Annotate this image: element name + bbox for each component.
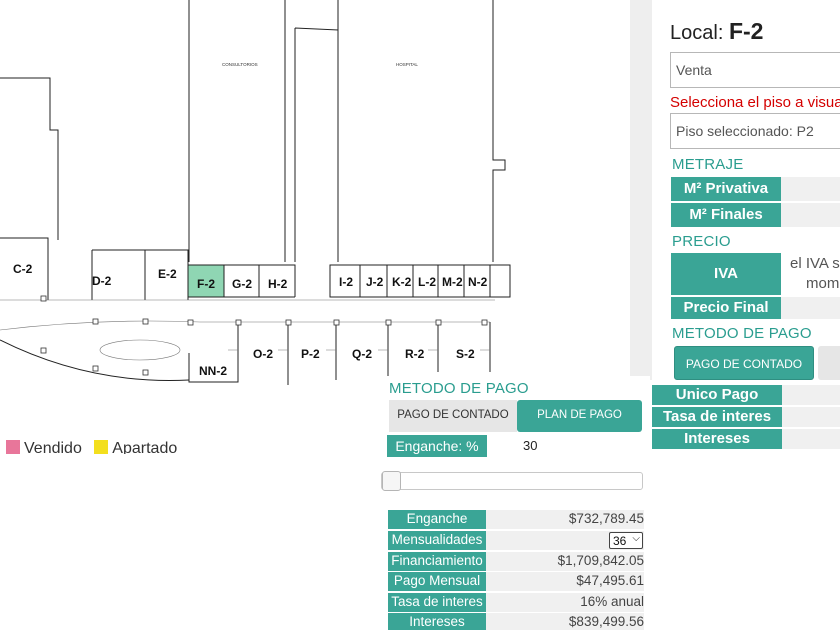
metraje-title: METRAJE: [672, 156, 744, 173]
intereses-value-info: [782, 429, 840, 449]
unit-o2-label[interactable]: O-2: [253, 347, 273, 361]
precio-title: PRECIO: [672, 233, 731, 250]
legend-label-apartado: Apartado: [112, 440, 178, 454]
tasa-value: 16% anual: [486, 593, 644, 612]
enganche-value: $732,789.45: [486, 510, 644, 529]
iva-note: el IVA s mom: [790, 254, 840, 294]
unit-e2-label[interactable]: E-2: [158, 267, 177, 281]
unico-pago-label: Unico Pago: [652, 385, 782, 405]
row-mensualidades: Mensualidades 36 ⌵: [388, 531, 644, 552]
plan-pago-button[interactable]: [818, 346, 840, 380]
iva-label: IVA: [671, 253, 781, 295]
tab-plan-pago[interactable]: PLAN DE PAGO: [517, 400, 642, 432]
unit-q2-label[interactable]: Q-2: [352, 347, 372, 361]
unit-m2-label[interactable]: M-2: [442, 275, 463, 289]
unit-p2-label[interactable]: P-2: [301, 347, 320, 361]
local-prefix: Local:: [670, 22, 724, 44]
tasa-interes-label: Tasa de interes: [652, 407, 782, 427]
enganche-label: Enganche: [388, 510, 486, 529]
columns: [40, 295, 488, 376]
pago-contado-button[interactable]: PAGO DE CONTADO: [674, 346, 814, 380]
legend-swatch-vendido: [6, 440, 20, 454]
precio-final-value: [781, 297, 840, 319]
row-enganche: Enganche $732,789.45: [388, 510, 644, 531]
unit-k2-label[interactable]: K-2: [392, 275, 412, 289]
legend-item-apartado: Apartado: [94, 440, 177, 454]
unico-pago-value: [782, 385, 840, 405]
chevron-down-icon: ⌵: [632, 533, 640, 544]
panel-gutter: [630, 0, 652, 380]
wall-hospital: [294, 0, 506, 262]
corridor-line: [0, 320, 490, 331]
hospital-label: HOSPITAL: [396, 62, 418, 67]
precio-final-label: Precio Final: [671, 297, 781, 319]
unit-d2-label[interactable]: D-2: [92, 274, 112, 288]
mensualidades-label: Mensualidades: [388, 531, 486, 550]
m2-privativa-label: M² Privativa: [671, 177, 781, 201]
mensualidades-select[interactable]: 36 ⌵: [609, 532, 643, 549]
curved-facade: [0, 339, 190, 381]
slider-handle[interactable]: [382, 471, 401, 491]
unit-h2-label[interactable]: H-2: [268, 277, 288, 291]
tab-pago-contado[interactable]: PAGO DE CONTADO: [389, 400, 517, 432]
intereses-label-info: Intereses: [652, 429, 782, 449]
pago-mensual-label: Pago Mensual: [388, 572, 486, 591]
m2-privativa-value: [781, 177, 840, 201]
unit-c2-label[interactable]: C-2: [13, 262, 33, 276]
unit-g2-label[interactable]: G-2: [232, 277, 252, 291]
plan-legend: Vendido Apartado: [6, 440, 185, 454]
floor-selected-field[interactable]: Piso seleccionado: P2: [670, 113, 840, 149]
unit-i2-label[interactable]: I-2: [339, 275, 353, 289]
local-id: F-2: [728, 18, 764, 44]
intereses-value: $839,499.56: [486, 613, 644, 630]
status-field[interactable]: Venta: [670, 52, 840, 88]
mensualidades-cell: 36 ⌵: [486, 531, 644, 550]
iva-note-line-2: mom: [806, 275, 840, 292]
unit-nn2-label[interactable]: NN-2: [199, 364, 227, 378]
row-financiamiento: Financiamiento $1,709,842.05: [388, 552, 644, 573]
m2-finales-label: M² Finales: [671, 203, 781, 227]
unit-j2-label[interactable]: J-2: [366, 275, 384, 289]
financiamiento-label: Financiamiento: [388, 552, 486, 571]
unit-n2-label[interactable]: N-2: [468, 275, 488, 289]
wall-consultorios: [188, 0, 286, 262]
row-tasa-interes: Tasa de interes 16% anual: [388, 593, 644, 614]
payment-method-title: METODO DE PAGO: [389, 380, 529, 397]
enganche-slider[interactable]: [381, 471, 643, 491]
consultorios-label: CONSULTORIOS: [222, 62, 258, 67]
intereses-label: Intereses: [388, 613, 486, 630]
enganche-percent-value: 30: [523, 438, 538, 453]
payment-plan-panel: METODO DE PAGO PAGO DE CONTADO PLAN DE P…: [380, 376, 650, 630]
row-pago-mensual: Pago Mensual $47,495.61: [388, 572, 644, 593]
fountain: [99, 339, 181, 361]
floor-prompt: Selecciona el piso a visual: [670, 94, 840, 111]
unit-l2-label[interactable]: L-2: [418, 275, 436, 289]
unit-r2-label[interactable]: R-2: [405, 347, 425, 361]
row-intereses: Intereses $839,499.56: [388, 613, 644, 630]
iva-note-line-1: el IVA s: [790, 255, 840, 272]
local-title: Local: F-2: [670, 18, 763, 45]
mensualidades-selected: 36: [613, 534, 627, 548]
m2-finales-value: [781, 203, 840, 227]
legend-label-vendido: Vendido: [24, 440, 82, 454]
unit-s2-label[interactable]: S-2: [456, 347, 475, 361]
unit-f2-label[interactable]: F-2: [197, 277, 215, 291]
financiamiento-value: $1,709,842.05: [486, 552, 644, 571]
metodo-title-info: METODO DE PAGO: [672, 325, 812, 342]
legend-swatch-apartado: [94, 440, 109, 454]
pago-mensual-value: $47,495.61: [486, 572, 644, 591]
tasa-interes-value: [782, 407, 840, 427]
tasa-label: Tasa de interes: [388, 593, 486, 612]
legend-item-vendido: Vendido: [6, 440, 86, 454]
enganche-percent-label: Enganche: %: [387, 435, 487, 457]
wall-left-building: [0, 77, 59, 240]
